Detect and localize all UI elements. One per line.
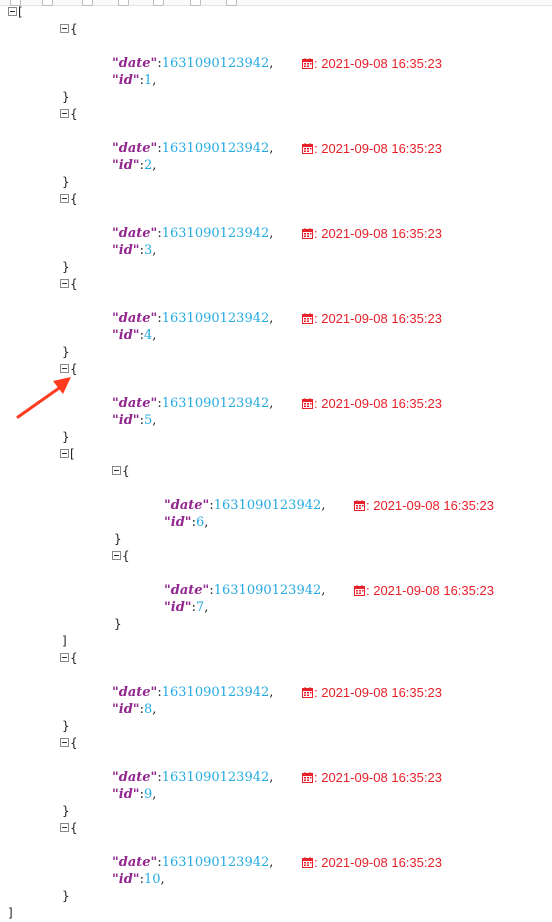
comma: , <box>269 855 274 870</box>
calendar-icon <box>302 772 313 783</box>
comma: , <box>152 787 157 802</box>
red-arrow-annotation <box>16 377 71 419</box>
close-bracket-line: } <box>62 888 70 905</box>
date-readable-text: : 2021-09-08 16:35:23 <box>314 770 442 785</box>
id-property-line: "id":10, <box>112 871 165 888</box>
close-bracket-line: ] <box>8 905 13 922</box>
id-property-line: "id":9, <box>112 786 156 803</box>
id-value[interactable]: 10 <box>144 872 161 887</box>
comma: , <box>160 872 165 887</box>
date-readable-hint: : 2021-09-08 16:35:23 <box>302 854 442 871</box>
collapse-toggle-icon[interactable] <box>60 823 69 832</box>
close-bracket: ] <box>8 906 13 920</box>
comma: , <box>269 770 274 785</box>
date-property-line: "date":1631090123942,: 2021-09-08 16:35:… <box>112 769 442 786</box>
open-bracket: { <box>70 821 78 835</box>
date-property-line: "date":1631090123942,: 2021-09-08 16:35:… <box>112 854 442 871</box>
date-value[interactable]: 1631090123942 <box>162 855 270 870</box>
id-value[interactable]: 9 <box>144 787 152 802</box>
close-bracket: } <box>62 889 70 903</box>
date-readable-text: : 2021-09-08 16:35:23 <box>314 855 442 870</box>
date-value[interactable]: 1631090123942 <box>162 770 270 785</box>
property-key: "date" <box>112 770 158 785</box>
date-readable-hint: : 2021-09-08 16:35:23 <box>302 769 442 786</box>
property-key: "id" <box>112 872 140 887</box>
close-bracket-line: } <box>62 803 70 820</box>
close-bracket: } <box>62 804 70 818</box>
object-open-line: { <box>60 820 78 837</box>
calendar-icon <box>302 857 313 868</box>
property-key: "date" <box>112 855 158 870</box>
property-key: "id" <box>112 787 140 802</box>
